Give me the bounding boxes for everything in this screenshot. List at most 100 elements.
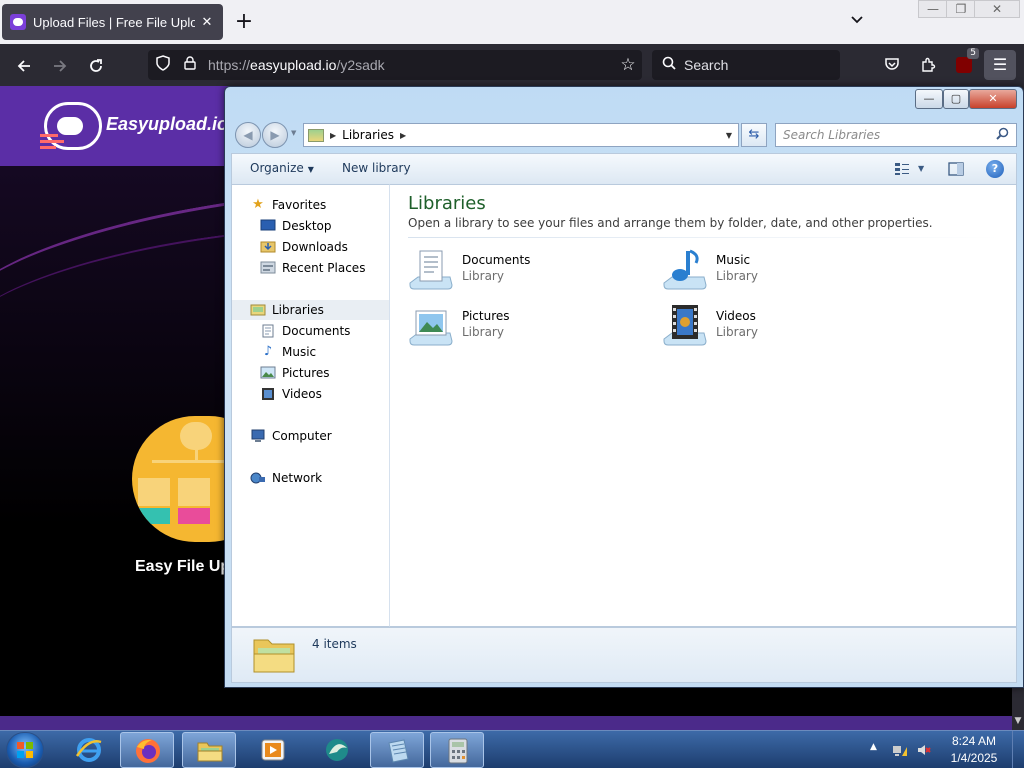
browser-restore-button[interactable]: ❐	[946, 0, 976, 18]
easyupload-logo[interactable]: Easyupload.io	[40, 98, 230, 154]
nav-computer[interactable]: Computer	[232, 426, 389, 446]
nav-documents[interactable]: Documents	[232, 321, 389, 341]
library-item-pictures[interactable]: Pictures Library	[408, 301, 648, 353]
taskbar-windows-explorer[interactable]	[182, 732, 236, 768]
nav-desktop-label: Desktop	[282, 219, 332, 233]
nav-libraries[interactable]: Libraries	[232, 300, 389, 320]
nav-documents-label: Documents	[282, 324, 351, 338]
divider	[408, 237, 1000, 238]
library-item-videos[interactable]: Videos Library	[662, 301, 902, 353]
network-tray-icon[interactable]	[892, 742, 908, 758]
illustration-label	[178, 508, 210, 524]
browser-close-button[interactable]: ✕	[974, 0, 1020, 18]
nav-recent-places[interactable]: Recent Places	[232, 258, 389, 278]
illustration-node	[138, 478, 170, 506]
address-box[interactable]: ▶ Libraries ▶ ▼	[303, 123, 739, 147]
view-options-chevron-icon[interactable]: ▼	[918, 164, 924, 182]
search-icon[interactable]	[996, 127, 1016, 144]
organize-chevron-icon: ▼	[307, 165, 314, 174]
taskbar-notepad[interactable]	[370, 732, 424, 768]
logo-text: Easyupload.io	[106, 114, 229, 134]
music-library-icon	[663, 249, 707, 290]
new-library-button[interactable]: New library	[342, 161, 411, 175]
clock-time[interactable]: 8:24 AM	[944, 734, 1004, 748]
content-pane: Libraries Open a library to see your fil…	[390, 184, 1017, 627]
logo-stripe	[40, 140, 64, 143]
nav-music[interactable]: ♪ Music	[232, 342, 389, 362]
library-item-music[interactable]: Music Library	[662, 245, 902, 297]
explorer-minimize-button[interactable]: —	[915, 89, 943, 109]
shield-icon[interactable]	[156, 55, 174, 75]
extensions-icon[interactable]	[914, 52, 942, 78]
breadcrumb-arrow-icon[interactable]: ▶	[330, 131, 336, 140]
ublock-icon[interactable]: 5	[950, 48, 979, 78]
preview-pane-icon[interactable]	[948, 160, 964, 178]
favorites-star-icon: ★	[252, 197, 264, 212]
nav-videos[interactable]: Videos	[232, 384, 389, 404]
new-tab-button[interactable]: +	[232, 8, 256, 36]
logo-stripe	[40, 146, 56, 149]
organize-label: Organize	[250, 161, 304, 175]
taskbar-firefox[interactable]	[120, 732, 174, 768]
breadcrumb-arrow-icon[interactable]: ▶	[400, 131, 406, 140]
volume-muted-icon[interactable]	[916, 742, 932, 758]
recent-pages-chevron-icon[interactable]: ▼	[291, 129, 296, 137]
library-type: Library	[462, 269, 504, 283]
music-note-icon: ♪	[263, 344, 273, 359]
back-arrow-icon[interactable]	[10, 52, 38, 80]
taskbar-media-player[interactable]	[246, 732, 300, 768]
browser-tab[interactable]: Upload Files | Free File Upload a ✕	[2, 4, 223, 40]
help-icon[interactable]: ?	[986, 160, 1004, 178]
taskbar-app[interactable]	[310, 732, 364, 768]
explorer-close-button[interactable]: ✕	[969, 89, 1017, 109]
explorer-back-icon[interactable]: ◀	[235, 122, 261, 148]
videos-icon	[260, 387, 276, 401]
nav-favorites[interactable]: ★ Favorites	[232, 195, 389, 215]
change-view-icon[interactable]	[894, 160, 910, 178]
page-subtitle: Open a library to see your files and arr…	[408, 216, 933, 230]
illustration-line	[195, 450, 198, 460]
url-text[interactable]: https://easyupload.io/y2sadk	[208, 57, 614, 73]
tab-close-icon[interactable]: ✕	[199, 15, 215, 30]
taskbar-internet-explorer[interactable]	[62, 732, 116, 768]
search-icon	[662, 56, 682, 74]
nav-desktop[interactable]: Desktop	[232, 216, 389, 236]
url-bar[interactable]: https://easyupload.io/y2sadk ☆	[148, 50, 642, 80]
nav-pictures[interactable]: Pictures	[232, 363, 389, 383]
browser-minimize-button[interactable]: —	[918, 0, 948, 18]
pocket-icon[interactable]	[878, 52, 906, 78]
organize-button[interactable]: Organize ▼	[250, 161, 314, 175]
reload-icon[interactable]	[82, 52, 110, 80]
libraries-folder-icon	[308, 128, 324, 142]
nav-pictures-label: Pictures	[282, 366, 330, 380]
browser-search-box[interactable]: Search	[652, 50, 840, 80]
nav-downloads[interactable]: Downloads	[232, 237, 389, 257]
refresh-icon[interactable]: ⇆	[741, 123, 767, 147]
library-name: Documents	[462, 253, 531, 267]
search-libraries-placeholder: Search Libraries	[783, 128, 881, 142]
library-item-documents[interactable]: Documents Library	[408, 245, 648, 297]
hamburger-menu-icon[interactable]: ☰	[984, 50, 1016, 80]
windows-taskbar: ▲ 8:24 AM 1/4/2025	[0, 730, 1024, 768]
bookmark-star-icon[interactable]: ☆	[614, 55, 642, 75]
explorer-maximize-button[interactable]: ▢	[943, 89, 969, 109]
explorer-forward-icon[interactable]: ▶	[262, 122, 288, 148]
windows-explorer-icon	[197, 742, 223, 762]
taskbar-calculator[interactable]	[430, 732, 484, 768]
show-desktop-button[interactable]	[1012, 731, 1024, 768]
documents-library-icon	[409, 250, 453, 290]
start-button[interactable]	[6, 732, 44, 768]
explorer-window: — ▢ ✕ ◀ ▶ ▼ ▶ Libraries ▶ ▼ ⇆ Search Lib…	[224, 86, 1024, 688]
nav-music-label: Music	[282, 345, 317, 359]
clock-date[interactable]: 1/4/2025	[944, 751, 1004, 765]
forward-arrow-icon[interactable]	[46, 52, 74, 80]
lock-icon[interactable]	[184, 56, 198, 74]
address-dropdown-icon[interactable]: ▼	[720, 131, 738, 140]
breadcrumb-libraries[interactable]: Libraries	[342, 128, 394, 142]
nav-network[interactable]: Network	[232, 468, 389, 488]
list-all-tabs-chevron-icon[interactable]	[846, 11, 868, 33]
search-libraries-input[interactable]: Search Libraries	[775, 123, 1017, 147]
scroll-down-icon[interactable]: ▼	[1012, 716, 1024, 726]
tab-title: Upload Files | Free File Upload a	[33, 14, 195, 30]
show-hidden-icons-icon[interactable]: ▲	[870, 742, 877, 752]
